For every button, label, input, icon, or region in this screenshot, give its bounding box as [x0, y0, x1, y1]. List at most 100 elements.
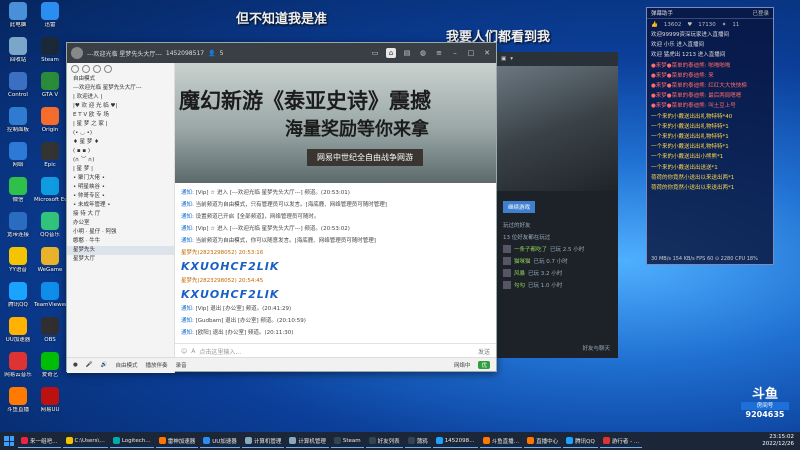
gift-icon: ✦	[721, 21, 727, 28]
desktop-icon[interactable]: Origin	[34, 107, 66, 133]
friend-item[interactable]: 一条子都吃了 已玩 2.5 小时	[497, 243, 618, 255]
taskbar-app[interactable]: 好友列表	[365, 434, 403, 448]
start-button[interactable]	[2, 434, 16, 448]
desktop-icon[interactable]: 腾讯QQ	[2, 282, 34, 308]
settings-icon[interactable]	[93, 65, 101, 73]
close-icon[interactable]: ✕	[482, 48, 492, 58]
channel-tree-item[interactable]: | 星 梦 |	[67, 165, 174, 174]
refresh-icon[interactable]	[104, 65, 112, 73]
channel-tree-item[interactable]: 办公室	[67, 219, 174, 228]
speaker-icon[interactable]: 🔊	[101, 362, 108, 368]
channel-tree-item[interactable]: ♦ 星 梦 ♦	[67, 138, 174, 147]
channel-tree-item[interactable]: ---欢迎光临 星梦先头大厅---	[67, 84, 174, 93]
desktop-icon[interactable]: UU加速器	[2, 317, 34, 343]
channel-tree-item[interactable]: (• ◡ •)	[67, 129, 174, 138]
channel-tree-item[interactable]: 自由模式	[67, 75, 174, 84]
continue-game-button[interactable]: 继续游戏	[503, 201, 536, 213]
friend-avatar	[503, 257, 511, 265]
desktop-icon[interactable]: 斗鱼直播	[2, 387, 34, 413]
channel-tree-item[interactable]: | 欢迎进入 |	[67, 93, 174, 102]
room-id-number: 9204635	[745, 410, 785, 419]
desktop-icon[interactable]: Control	[2, 72, 34, 98]
friends-chat-button[interactable]: 好友与聊天	[576, 342, 616, 354]
channel-tree-item[interactable]: • 帅哥专区 •	[67, 192, 174, 201]
game-dropdown-icon[interactable]: ▾	[510, 56, 513, 62]
desktop-icon[interactable]: QQ音乐	[34, 212, 66, 238]
send-button[interactable]: 发送	[478, 347, 490, 356]
desktop-icon[interactable]: 爱奇艺	[34, 352, 66, 378]
game-cover-art[interactable]	[497, 66, 618, 191]
free-mode-label[interactable]: 自由模式	[116, 361, 138, 369]
channel-tree-item[interactable]: • 未成年管理 •	[67, 201, 174, 210]
channel-tree-item[interactable]: (∩ ︶ ∩)	[67, 156, 174, 165]
desktop-icon[interactable]: 网易云音乐	[2, 352, 34, 378]
desktop-icon[interactable]: TeamViewer	[34, 282, 66, 308]
taskbar-app[interactable]: 游行者 - …	[599, 434, 643, 448]
app-icon	[9, 317, 27, 335]
channel-tree-item[interactable]: ( ▪ ▪ )	[67, 147, 174, 156]
self-avatar[interactable]: ●	[73, 362, 78, 368]
taskbar-app[interactable]: 雷神加速器	[155, 434, 199, 448]
desktop-icon[interactable]: WeGame	[34, 247, 66, 273]
taskbar-app[interactable]: 1452098…	[432, 434, 478, 448]
menu-icon[interactable]: ≡	[434, 48, 444, 58]
desktop-icon[interactable]: 迅雷	[34, 2, 66, 28]
channel-tree-item[interactable]: 星梦先头	[67, 246, 174, 255]
channel-tree-item[interactable]: |♥ 欢 迎 光 临 ♥|	[67, 102, 174, 111]
mic-icon[interactable]: 🎤	[86, 362, 93, 368]
channel-tree-item[interactable]: • 聚门大佬 •	[67, 174, 174, 183]
minimize-icon[interactable]: –	[450, 48, 460, 58]
channel-tree-item[interactable]: 憨憨 · 牛牛	[67, 237, 174, 246]
desktop-icon[interactable]: 回收站	[2, 37, 34, 63]
taskbar-app[interactable]: 蒲鸦	[404, 434, 431, 448]
taskbar-app[interactable]: 斗鱼直播…	[479, 434, 523, 448]
taskbar-app[interactable]: 计算机管理	[241, 434, 285, 448]
desktop-icon[interactable]: 网易UU	[34, 387, 66, 413]
desktop-icon[interactable]: GTA V	[34, 72, 66, 98]
taskbar-app[interactable]: 来一组吧…	[18, 434, 61, 448]
taskbar-app[interactable]: Logitech…	[109, 434, 154, 448]
desktop-icon[interactable]: 微信	[2, 177, 34, 203]
desktop-icon[interactable]: Epic	[34, 142, 66, 168]
channel-tree-item[interactable]: E T V 欧 专 场	[67, 111, 174, 120]
channel-tree-item[interactable]: • 明星峡谷 •	[67, 183, 174, 192]
taskbar-app[interactable]: UU加速器	[200, 434, 240, 448]
folder-icon[interactable]: ▤	[402, 48, 412, 58]
emoji-icon[interactable]: ☺	[181, 348, 187, 355]
taskbar-app[interactable]: 直播中心	[524, 434, 562, 448]
channel-tree-item[interactable]: 接 待 大 厅	[67, 210, 174, 219]
record-button[interactable]: 录音	[176, 361, 187, 369]
desktop-icon[interactable]: 宽带连接	[2, 212, 34, 238]
desktop-icon[interactable]: Microsoft Edge	[34, 177, 66, 203]
taskbar-app[interactable]: 计算机管理	[286, 434, 329, 448]
channel-avatar[interactable]	[71, 47, 83, 59]
gamepad-icon[interactable]: ◍	[418, 48, 428, 58]
video-icon[interactable]: ▭	[370, 48, 380, 58]
channel-tree-item[interactable]: 星梦大厅	[67, 255, 174, 264]
user-list-icon[interactable]	[71, 65, 79, 73]
desktop-icon[interactable]: 网络	[2, 142, 34, 168]
clock[interactable]: 23:15:02 2022/12/26	[762, 434, 800, 448]
desktop-icon[interactable]: 控制面板	[2, 107, 34, 133]
home-icon[interactable]: ⌂	[386, 48, 396, 58]
channel-tree-item[interactable]: | 星 梦 之 家 |	[67, 120, 174, 129]
friend-item[interactable]: 勾勾 已玩 1.0 小时	[497, 279, 618, 291]
maximize-icon[interactable]: □	[466, 48, 476, 58]
taskbar-app[interactable]: Steam	[330, 434, 364, 448]
taskbar-app[interactable]: 腾讯QQ	[563, 434, 598, 448]
desktop-icon[interactable]: Steam	[34, 37, 66, 63]
desktop-icon[interactable]: YY语音	[2, 247, 34, 273]
mic-list-icon[interactable]	[82, 65, 90, 73]
message-input[interactable]: 点击这里输入...	[199, 347, 241, 356]
play-accompaniment-button[interactable]: 播放伴奏	[146, 361, 168, 369]
friend-item[interactable]: 风暴 已玩 3.2 小时	[497, 267, 618, 279]
game-avatar-icon[interactable]: ▣	[501, 56, 506, 62]
font-icon[interactable]: A	[191, 348, 195, 355]
desktop-icon[interactable]: OBS	[34, 317, 66, 343]
taskbar-app-label: 1452098…	[444, 437, 475, 444]
friend-item[interactable]: 猫咪猫 已玩 0.7 小时	[497, 255, 618, 267]
ad-banner[interactable]: 魔幻新游《泰亚史诗》震撼 海量奖励等你来拿 网易中世纪全自由战争网游	[175, 63, 496, 183]
taskbar-app[interactable]: C:\Users\…	[62, 434, 108, 448]
channel-tree-item[interactable]: 小明 · 星仔 · 阿强	[67, 228, 174, 237]
desktop-icon[interactable]: 此电脑	[2, 2, 34, 28]
